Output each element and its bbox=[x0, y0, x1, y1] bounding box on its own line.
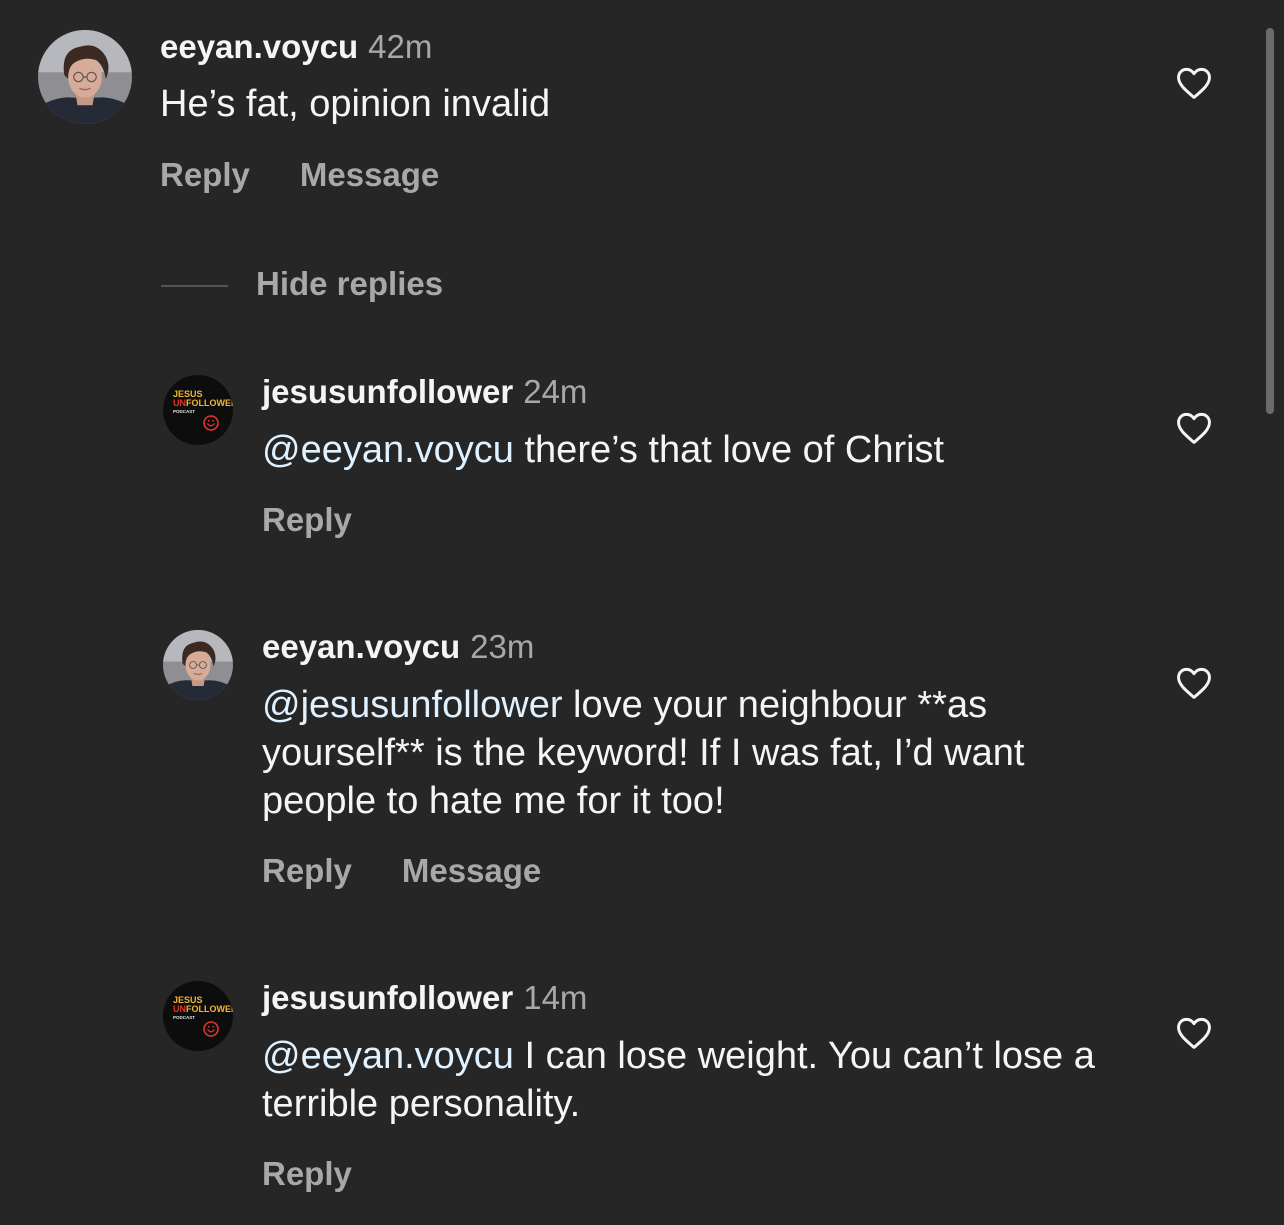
timestamp: 42m bbox=[368, 28, 433, 65]
mention-link[interactable]: @eeyan.voycu bbox=[262, 1035, 514, 1077]
podcast-logo-avatar-icon: JESUSUNFOLLOWERPODCAST bbox=[163, 981, 233, 1051]
comment-actions: Reply bbox=[262, 1154, 352, 1194]
avatar[interactable] bbox=[38, 30, 132, 124]
svg-text:PODCAST: PODCAST bbox=[173, 409, 195, 414]
message-button[interactable]: Message bbox=[402, 851, 541, 891]
comment-actions: Reply Message bbox=[160, 155, 439, 195]
mention-link[interactable]: @eeyan.voycu bbox=[262, 429, 514, 471]
heart-outline-icon[interactable] bbox=[1175, 666, 1213, 700]
timestamp: 23m bbox=[470, 628, 535, 665]
reply-button[interactable]: Reply bbox=[160, 155, 250, 195]
heart-outline-icon[interactable] bbox=[1175, 66, 1213, 100]
scrollbar[interactable] bbox=[1266, 28, 1274, 414]
comment-text: He’s fat, opinion invalid bbox=[160, 83, 551, 125]
mention-link[interactable]: @jesusunfollower bbox=[262, 684, 563, 726]
comment-actions: Reply bbox=[262, 500, 352, 540]
heart-outline-icon[interactable] bbox=[1175, 411, 1213, 445]
comment-header: eeyan.voycu 42m bbox=[160, 27, 432, 67]
person-photo-avatar-icon bbox=[163, 630, 233, 700]
divider bbox=[161, 285, 228, 287]
comment-text: @eeyan.voycu there’s that love of Christ bbox=[262, 426, 1122, 474]
comment-text-content: there’s that love of Christ bbox=[513, 429, 945, 471]
avatar[interactable] bbox=[163, 630, 233, 700]
podcast-logo-avatar-icon: JESUSUNFOLLOWERPODCAST bbox=[163, 375, 233, 445]
reply-button[interactable]: Reply bbox=[262, 1154, 352, 1194]
username[interactable]: eeyan.voycu bbox=[160, 28, 358, 65]
reply-button[interactable]: Reply bbox=[262, 851, 352, 891]
svg-text:PODCAST: PODCAST bbox=[173, 1015, 195, 1020]
comment-header: jesusunfollower 14m bbox=[262, 978, 587, 1018]
comment-text: @jesusunfollower love your neighbour **a… bbox=[262, 681, 1112, 825]
svg-text:UNFOLLOWER: UNFOLLOWER bbox=[173, 398, 233, 408]
username[interactable]: jesusunfollower bbox=[262, 373, 513, 410]
hide-replies-label[interactable]: Hide replies bbox=[256, 264, 443, 304]
avatar[interactable]: JESUS UNFOLLOWER PODCAST bbox=[163, 375, 233, 445]
avatar[interactable]: JESUS UNFOLLOWER PODCAST bbox=[163, 981, 233, 1051]
svg-text:UNFOLLOWER: UNFOLLOWER bbox=[173, 1004, 233, 1014]
heart-outline-icon[interactable] bbox=[1175, 1016, 1213, 1050]
timestamp: 24m bbox=[523, 373, 588, 410]
username[interactable]: eeyan.voycu bbox=[262, 628, 460, 665]
comment-text: @eeyan.voycu I can lose weight. You can’… bbox=[262, 1032, 1122, 1128]
username[interactable]: jesusunfollower bbox=[262, 979, 513, 1016]
comment-header: eeyan.voycu 23m bbox=[262, 627, 534, 667]
reply-button[interactable]: Reply bbox=[262, 500, 352, 540]
timestamp: 14m bbox=[523, 979, 588, 1016]
person-photo-avatar-icon bbox=[38, 30, 132, 124]
comment-header: jesusunfollower 24m bbox=[262, 372, 587, 412]
message-button[interactable]: Message bbox=[300, 155, 439, 195]
comment-actions: Reply Message bbox=[262, 851, 541, 891]
